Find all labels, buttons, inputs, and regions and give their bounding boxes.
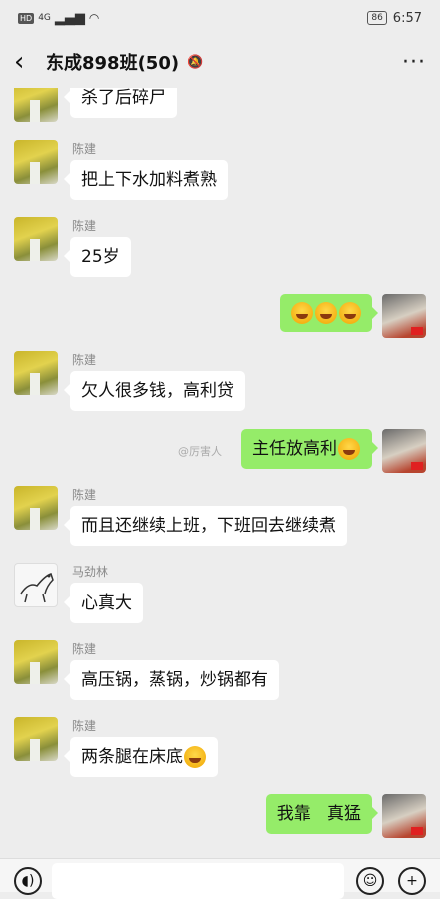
message-bubble[interactable]: 25岁 (64, 237, 131, 277)
sender-name: 陈建 (72, 642, 97, 656)
laugh-cry-emoji-icon (291, 302, 313, 324)
emoji-bubble[interactable] (280, 294, 378, 332)
sender-name: 马劲林 (72, 565, 109, 579)
sender-name: 陈建 (72, 719, 97, 733)
message-text: 两条腿在床底 (81, 747, 183, 767)
chat-header: ‹ 东成898班(50) 🔕 ··· (0, 36, 440, 88)
avatar[interactable] (14, 563, 58, 607)
avatar[interactable] (14, 217, 58, 261)
message-bubble[interactable]: 高压锅，蒸锅，炒锅都有 (64, 660, 279, 700)
message-text: 主任放高利 (252, 439, 337, 459)
message-bubble[interactable]: 杀了后碎尸 (64, 88, 177, 118)
my-avatar[interactable] (382, 294, 426, 338)
avatar[interactable] (14, 640, 58, 684)
laugh-cry-emoji-icon (315, 302, 337, 324)
back-icon[interactable]: ‹ (14, 49, 42, 75)
status-left: HD 4G ▂▄▆ ◠ (18, 11, 99, 26)
sender-name: 陈建 (72, 353, 97, 367)
message-bubble[interactable]: 两条腿在床底 (64, 737, 218, 777)
wifi-icon: ◠ (88, 11, 100, 25)
mute-bell-icon: 🔕 (187, 54, 204, 70)
chat-title: 东成898班(50) (46, 53, 180, 74)
sender-name: 陈建 (72, 488, 97, 502)
clock: 6:57 (392, 10, 422, 26)
sender-name: 陈建 (72, 142, 97, 156)
sender-name: 陈建 (72, 219, 97, 233)
message-bubble[interactable]: 欠人很多钱，高利贷 (64, 371, 245, 411)
input-bar: ◖) ☺ + (0, 858, 440, 899)
avatar[interactable] (14, 140, 58, 184)
avatar[interactable] (14, 351, 58, 395)
horse-doodle-icon (20, 573, 54, 603)
laugh-cry-emoji-icon (184, 746, 206, 768)
avatar[interactable] (14, 717, 58, 761)
battery-icon: 86 (367, 11, 387, 25)
message-input[interactable] (52, 863, 344, 899)
message-bubble[interactable]: 而且还继续上班，下班回去继续煮 (64, 506, 347, 546)
signal-icon: ▂▄▆ (54, 10, 85, 26)
message-bubble[interactable]: 我靠 真猛 (265, 794, 379, 834)
avatar[interactable] (14, 486, 58, 530)
watermark: @厉害人 (178, 445, 222, 458)
more-icon[interactable]: ··· (402, 50, 426, 75)
message-bubble[interactable]: 主任放高利 (241, 429, 378, 469)
hd-badge: HD (18, 12, 35, 24)
message-list[interactable]: 杀了后碎尸 陈建 把上下水加料煮熟 陈建 25岁 陈建 欠人很多钱，高利贷 @厉… (0, 88, 440, 858)
avatar[interactable] (14, 88, 58, 122)
my-avatar[interactable] (382, 429, 426, 473)
status-right: 86 6:57 (367, 11, 422, 26)
money-emoji-icon (338, 438, 360, 460)
message-bubble[interactable]: 心真大 (64, 583, 143, 623)
status-bar: HD 4G ▂▄▆ ◠ 86 6:57 (0, 0, 440, 36)
laugh-cry-emoji-icon (339, 302, 361, 324)
message-bubble[interactable]: 把上下水加料煮熟 (64, 160, 228, 200)
my-avatar[interactable] (382, 794, 426, 838)
network-label: 4G (38, 13, 51, 23)
